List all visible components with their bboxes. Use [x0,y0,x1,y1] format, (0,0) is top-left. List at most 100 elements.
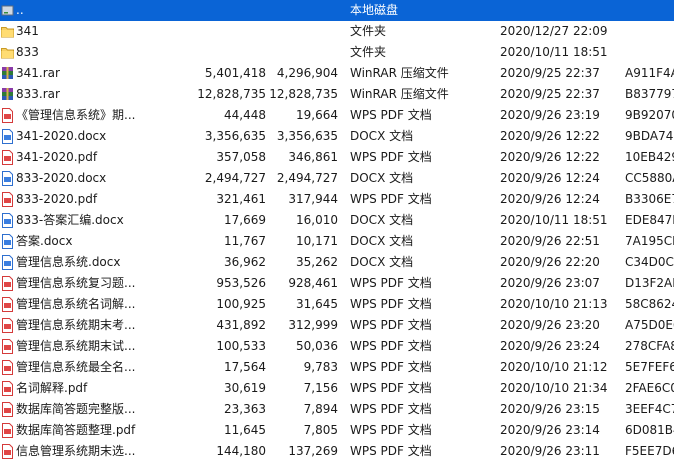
file-crc [625,0,674,21]
file-row[interactable]: 名词解释.pdf 30,619 7,156 WPS PDF 文档 2020/10/10 … [0,378,674,399]
file-row[interactable]: 管理信息系统期末试... 100,533 50,036 WPS PDF 文档 2020/… [0,336,674,357]
file-row[interactable]: 管理信息系统期末考... 431,892 312,999 WPS PDF 文档 2020… [0,315,674,336]
file-packed-size: 3,356,635 [276,129,338,143]
pdf-icon [1,444,14,459]
file-packed-size: 137,269 [288,444,338,458]
file-size: 953,526 [216,276,266,290]
file-size: 44,448 [224,108,266,122]
file-size: 36,962 [224,255,266,269]
file-type: WPS PDF 文档 [350,108,432,122]
file-size [144,21,266,42]
file-crc: 58C8624 [625,297,674,311]
file-crc [625,42,674,63]
file-row[interactable]: 833-2020.docx 2,494,727 2,494,727 DOCX 文档 20… [0,168,674,189]
file-name: 341-2020.pdf [16,150,98,164]
file-modified: 2020/9/26 23:19 [500,108,600,122]
file-type: WPS PDF 文档 [350,423,432,437]
file-packed-size: 2,494,727 [276,171,338,185]
file-size [144,0,266,21]
file-size: 144,180 [216,444,266,458]
file-modified: 2020/10/11 18:51 [500,213,608,227]
file-type: WPS PDF 文档 [350,339,432,353]
file-type: DOCX 文档 [350,234,414,248]
file-size: 12,828,735 [197,87,266,101]
file-name: 341 [16,24,39,38]
file-crc: 278CFA8 [625,339,674,353]
file-row[interactable]: 管理信息系统最全名... 17,564 9,783 WPS PDF 文档 2020/10… [0,357,674,378]
file-name: 信息管理系统期末选... [16,444,136,458]
file-type: WPS PDF 文档 [350,360,432,374]
file-row[interactable]: 833-答案汇编.docx 17,669 16,010 DOCX 文档 2020/10/… [0,210,674,231]
file-type: WPS PDF 文档 [350,381,432,395]
file-crc: 3EEF4C7 [625,402,674,416]
file-packed-size: 4,296,904 [276,66,338,80]
file-row[interactable]: 341-2020.docx 3,356,635 3,356,635 DOCX 文档 20… [0,126,674,147]
file-packed-size: 35,262 [296,255,338,269]
file-name: 833.rar [16,87,60,101]
file-list[interactable]: .. 本地磁盘 341 文件夹 2020/12/27 22:09 833 文件夹 2020/1… [0,0,674,466]
file-type: 文件夹 [350,45,387,59]
file-name: 管理信息系统复习题... [16,276,136,290]
file-packed-size: 7,894 [303,402,338,416]
file-crc: 9BDA746 [625,129,674,143]
file-row[interactable]: 管理信息系统名词解... 100,925 31,645 WPS PDF 文档 2020/… [0,294,674,315]
file-crc: CC5880A [625,171,674,185]
file-packed-size [266,0,338,21]
file-packed-size: 10,171 [296,234,338,248]
pdf-icon [1,108,14,123]
file-size: 11,767 [224,234,266,248]
file-size [144,42,266,63]
file-name: 数据库简答题整理.pdf [16,423,136,437]
file-modified: 2020/9/26 23:11 [500,444,600,458]
file-size: 11,645 [224,423,266,437]
file-crc: F5EE7D6 [625,444,674,458]
file-name: 《管理信息系统》期... [16,108,136,122]
pdf-icon [1,360,14,375]
pdf-icon [1,381,14,396]
file-size: 100,925 [216,297,266,311]
file-size: 100,533 [216,339,266,353]
file-packed-size: 346,861 [288,150,338,164]
file-name: 管理信息系统最全名... [16,360,136,374]
file-row[interactable]: 数据库简答题整理.pdf 11,645 7,805 WPS PDF 文档 2020/9/… [0,420,674,441]
file-crc: A75D0E6 [625,318,674,332]
file-modified: 2020/9/26 23:15 [500,402,600,416]
docx-icon [1,213,14,228]
file-crc: 10EB429 [625,150,674,164]
file-name: 管理信息系统期末试... [16,339,136,353]
file-name: 833-2020.pdf [16,192,98,206]
file-packed-size [266,21,338,42]
file-row[interactable]: 管理信息系统.docx 36,962 35,262 DOCX 文档 2020/9/26 … [0,252,674,273]
file-row[interactable]: 《管理信息系统》期... 44,448 19,664 WPS PDF 文档 2020/9… [0,105,674,126]
file-row[interactable]: 管理信息系统复习题... 953,526 928,461 WPS PDF 文档 2020… [0,273,674,294]
file-crc: D13F2AE [625,276,674,290]
file-type: WPS PDF 文档 [350,192,432,206]
file-row[interactable]: 信息管理系统期末选... 144,180 137,269 WPS PDF 文档 2020… [0,441,674,462]
file-row[interactable]: 答案.docx 11,767 10,171 DOCX 文档 2020/9/26 22:5… [0,231,674,252]
file-modified: 2020/9/25 22:37 [500,87,600,101]
file-modified: 2020/9/26 12:24 [500,192,600,206]
file-type: WinRAR 压缩文件 [350,87,449,101]
file-name: 答案.docx [16,234,73,248]
file-row[interactable]: 833 文件夹 2020/10/11 18:51 [0,42,674,63]
file-row[interactable]: 341-2020.pdf 357,058 346,861 WPS PDF 文档 2020… [0,147,674,168]
file-modified: 2020/9/26 12:24 [500,171,600,185]
file-row[interactable]: 341.rar 5,401,418 4,296,904 WinRAR 压缩文件 2020… [0,63,674,84]
file-type: WPS PDF 文档 [350,444,432,458]
file-modified: 2020/10/10 21:34 [500,381,608,395]
file-row[interactable]: 833.rar 12,828,735 12,828,735 WinRAR 压缩文件 20… [0,84,674,105]
file-row[interactable]: 833-2020.pdf 321,461 317,944 WPS PDF 文档 2020… [0,189,674,210]
file-name: 341-2020.docx [16,129,107,143]
file-size: 23,363 [224,402,266,416]
file-row[interactable]: 数据库简答题完整版... 23,363 7,894 WPS PDF 文档 2020/9/… [0,399,674,420]
file-packed-size: 19,664 [296,108,338,122]
file-crc: 5E7FEF6 [625,360,674,374]
file-type: WPS PDF 文档 [350,297,432,311]
pdf-icon [1,150,14,165]
file-packed-size: 7,156 [303,381,338,395]
file-type: WPS PDF 文档 [350,150,432,164]
file-size: 17,564 [224,360,266,374]
file-row[interactable]: .. 本地磁盘 [0,0,674,21]
file-modified: 2020/12/27 22:09 [500,24,608,38]
file-row[interactable]: 341 文件夹 2020/12/27 22:09 [0,21,674,42]
